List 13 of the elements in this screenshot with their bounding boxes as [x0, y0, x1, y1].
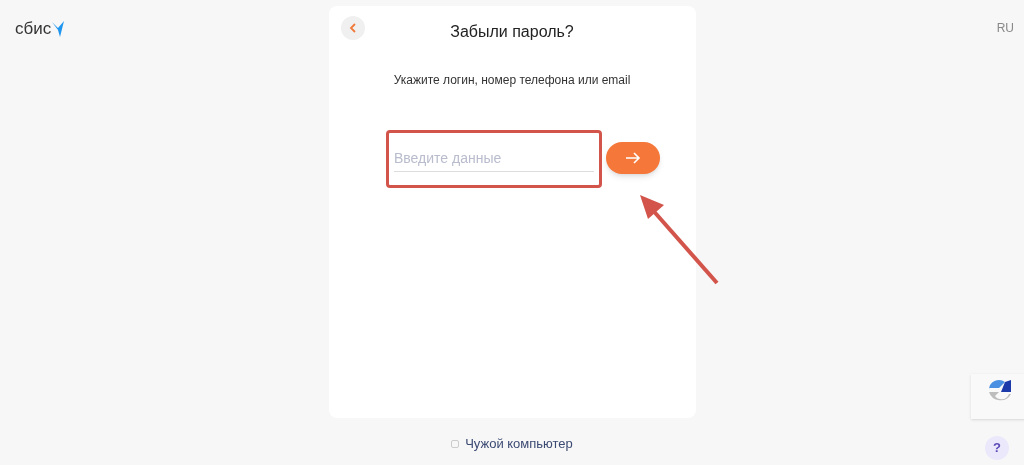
- help-button[interactable]: ?: [985, 436, 1009, 460]
- instruction-text: Укажите логин, номер телефона или email: [393, 72, 631, 89]
- arrow-right-icon: [625, 152, 641, 164]
- submit-button[interactable]: [606, 142, 660, 174]
- page-title: Забыли пароль?: [450, 22, 574, 42]
- login-field[interactable]: Введите данные: [394, 144, 594, 172]
- checkbox-label[interactable]: Чужой компьютер: [465, 434, 573, 454]
- chevron-left-icon: [348, 23, 357, 33]
- back-button[interactable]: [340, 16, 365, 40]
- logo-icon: [51, 19, 66, 38]
- logo-text: сбис: [15, 18, 52, 40]
- language-code[interactable]: RU: [996, 19, 1014, 37]
- checkbox[interactable]: [451, 439, 460, 448]
